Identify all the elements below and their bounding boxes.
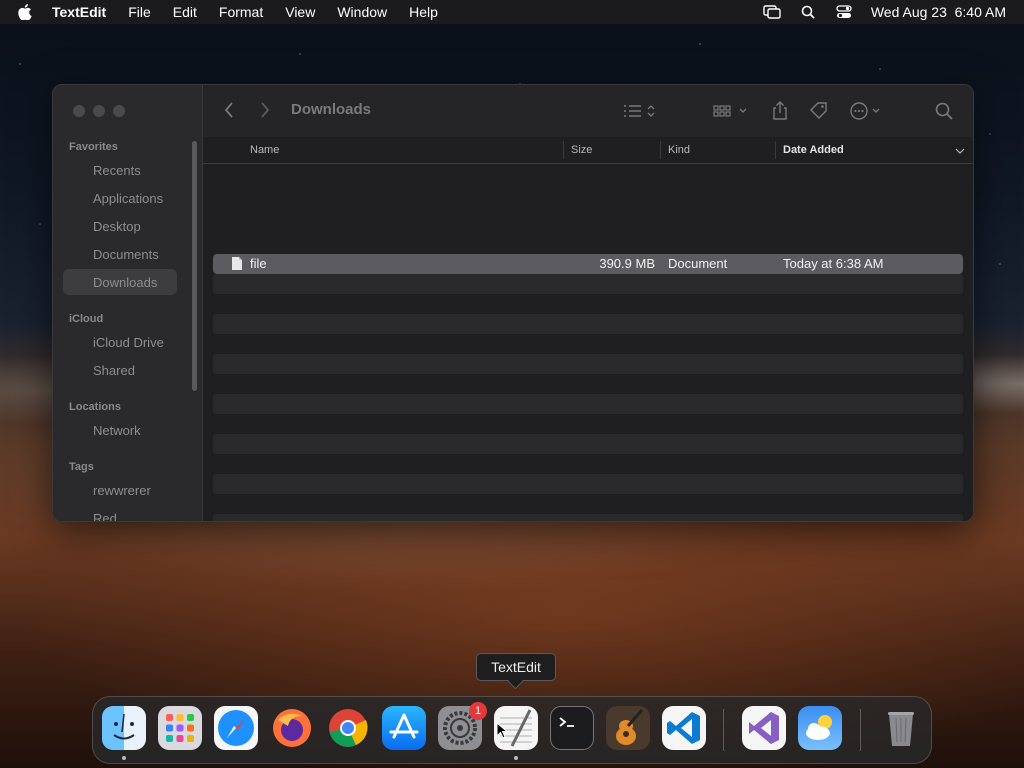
close-window-button[interactable]	[73, 105, 85, 117]
column-divider[interactable]	[660, 141, 661, 159]
finder-sidebar: Favorites Recents Applications Desktop D…	[53, 85, 203, 521]
sidebar-item-desktop[interactable]: Desktop	[63, 213, 177, 239]
file-size: 390.9 MB	[599, 256, 655, 271]
finder-window: Favorites Recents Applications Desktop D…	[52, 84, 974, 522]
spotlight-search-icon[interactable]	[799, 4, 817, 20]
firefox-icon[interactable]	[270, 706, 314, 750]
empty-row	[213, 314, 963, 334]
column-header-date-added[interactable]: Date Added	[783, 144, 844, 156]
minimize-window-button[interactable]	[93, 105, 105, 117]
document-icon	[231, 256, 243, 274]
screen-mirroring-icon[interactable]	[763, 4, 781, 20]
mouse-cursor-icon	[496, 722, 508, 739]
sort-chevron-icon[interactable]	[955, 146, 965, 158]
share-icon[interactable]	[771, 100, 789, 122]
finder-toolbar: Downloads	[203, 85, 973, 138]
visual-studio-icon[interactable]	[742, 706, 786, 750]
sidebar-item-documents[interactable]: Documents	[63, 241, 177, 267]
column-divider[interactable]	[775, 141, 776, 159]
running-indicator	[122, 756, 126, 760]
list-view-icon[interactable]	[623, 100, 657, 122]
menu-help[interactable]: Help	[409, 4, 438, 20]
sidebar-item-icloud-drive[interactable]: iCloud Drive	[63, 329, 177, 355]
menu-clock[interactable]: Wed Aug 23 6:40 AM	[871, 4, 1006, 20]
tag-icon[interactable]	[809, 100, 829, 122]
column-divider[interactable]	[563, 141, 564, 159]
chrome-icon[interactable]	[326, 706, 370, 750]
vscode-icon[interactable]	[662, 706, 706, 750]
garageband-icon[interactable]	[606, 706, 650, 750]
sidebar-header-icloud: iCloud	[69, 313, 104, 325]
file-name: file	[250, 256, 267, 271]
sidebar-header-locations: Locations	[69, 401, 121, 413]
sidebar-item-network[interactable]: Network	[63, 417, 177, 443]
apple-logo-icon[interactable]	[18, 4, 34, 20]
dock-tooltip: TextEdit	[476, 653, 556, 681]
weather-icon[interactable]	[798, 706, 842, 750]
trash-icon[interactable]	[879, 706, 923, 750]
back-icon[interactable]	[223, 101, 243, 121]
sidebar-header-tags: Tags	[69, 461, 94, 473]
dock-separator	[723, 709, 724, 751]
menu-bar: TextEdit File Edit Format View Window He…	[0, 0, 1024, 24]
empty-row	[213, 474, 963, 494]
dock: 1	[92, 696, 932, 764]
empty-row	[213, 394, 963, 414]
zoom-window-button[interactable]	[113, 105, 125, 117]
menu-view[interactable]: View	[285, 4, 315, 20]
table-row[interactable]: file 390.9 MB Document Today at 6:38 AM	[213, 254, 963, 274]
more-actions-icon[interactable]	[849, 100, 885, 122]
app-store-icon[interactable]	[382, 706, 426, 750]
group-view-icon[interactable]	[713, 100, 749, 122]
running-indicator	[514, 756, 518, 760]
dock-separator	[860, 709, 861, 751]
empty-row	[213, 274, 963, 294]
menu-edit[interactable]: Edit	[173, 4, 197, 20]
sidebar-header-favorites: Favorites	[69, 141, 118, 153]
sidebar-item-downloads[interactable]: Downloads	[63, 269, 177, 295]
finder-icon[interactable]	[102, 706, 146, 750]
terminal-icon[interactable]	[550, 706, 594, 750]
menu-format[interactable]: Format	[219, 4, 263, 20]
sidebar-item-tag-rewwrerer[interactable]: rewwrerer	[63, 477, 177, 503]
column-header-kind[interactable]: Kind	[668, 144, 690, 156]
search-icon[interactable]	[935, 100, 953, 122]
empty-row	[213, 434, 963, 454]
empty-row	[213, 514, 963, 521]
sidebar-scrollbar[interactable]	[192, 141, 197, 391]
column-header-size[interactable]: Size	[571, 144, 592, 156]
sidebar-item-applications[interactable]: Applications	[63, 185, 177, 211]
notification-badge: 1	[469, 702, 487, 720]
file-kind: Document	[668, 256, 728, 271]
empty-row	[213, 354, 963, 374]
forward-icon[interactable]	[259, 101, 279, 121]
window-title: Downloads	[291, 101, 372, 118]
sidebar-item-recents[interactable]: Recents	[63, 157, 177, 183]
control-center-icon[interactable]	[835, 4, 853, 20]
safari-icon[interactable]	[214, 706, 258, 750]
column-header-name[interactable]: Name	[250, 144, 279, 156]
menu-app-name[interactable]: TextEdit	[52, 4, 106, 20]
menu-window[interactable]: Window	[337, 4, 387, 20]
file-list: Name Size Kind Date Added file 390.9 MB …	[203, 137, 973, 521]
file-date-added: Today at 6:38 AM	[783, 256, 884, 271]
window-controls	[73, 105, 125, 117]
menu-file[interactable]: File	[128, 4, 151, 20]
list-header: Name Size Kind Date Added	[203, 137, 973, 164]
launchpad-icon[interactable]	[158, 706, 202, 750]
sidebar-item-tag-red[interactable]: Red	[63, 505, 177, 522]
sidebar-item-shared[interactable]: Shared	[63, 357, 177, 383]
